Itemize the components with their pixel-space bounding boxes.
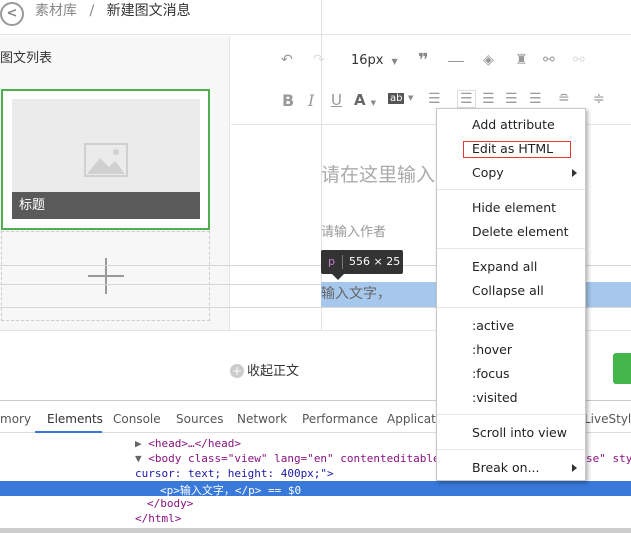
breadcrumb-parent[interactable]: 素材库 (35, 3, 77, 19)
dom-node-body-close[interactable]: </body> (147, 497, 193, 510)
highlight-dropdown[interactable]: ▼ (408, 94, 413, 102)
highlight-annotation-box (463, 141, 571, 158)
save-button[interactable] (613, 353, 631, 384)
menu-hide-element[interactable]: Hide element (472, 200, 556, 215)
selected-node-row[interactable] (0, 481, 631, 496)
tab-performance[interactable]: Performance (302, 412, 378, 426)
collapse-body-button[interactable]: + 收起正文 (230, 360, 299, 379)
menu-visited[interactable]: :visited (472, 390, 518, 405)
align-center-icon[interactable]: ☰ (482, 91, 495, 107)
tooltip-tag: p (328, 255, 335, 268)
highlight-icon[interactable]: ab (388, 93, 405, 104)
menu-collapse-all[interactable]: Collapse all (472, 283, 544, 298)
menu-copy[interactable]: Copy (472, 165, 504, 180)
active-tab-indicator (35, 431, 102, 433)
devtools-bottom-bar (0, 528, 631, 533)
tab-memory[interactable]: mory (0, 412, 31, 426)
tab-sources[interactable]: Sources (176, 412, 223, 426)
font-color-icon[interactable]: A ▼ (354, 91, 376, 109)
dom-node-p[interactable]: <p>输入文字，</p> == $0 (160, 482, 301, 498)
back-icon[interactable]: < (0, 2, 24, 26)
breadcrumb-current: 新建图文消息 (106, 3, 191, 19)
redo-icon[interactable]: ↷ (313, 52, 325, 68)
menu-separator (437, 189, 585, 190)
menu-separator (437, 307, 585, 308)
paragraph-spacing-icon[interactable]: ≑ (593, 91, 605, 107)
align-left-icon[interactable]: ☰ (457, 90, 476, 108)
menu-separator (437, 414, 585, 415)
menu-scroll-into-view[interactable]: Scroll into view (472, 425, 567, 440)
image-placeholder (12, 99, 200, 192)
menu-focus[interactable]: :focus (472, 366, 510, 381)
format-brush-icon[interactable]: ♜ (515, 52, 528, 68)
menu-break-on[interactable]: Break on... (472, 460, 540, 475)
breadcrumb: 素材库 / 新建图文消息 (35, 2, 191, 20)
dom-node-head[interactable]: ▶ <head>…</head> (135, 437, 241, 450)
panel-title: 图文列表 (0, 51, 53, 66)
align-justify-icon[interactable]: ☰ (529, 91, 542, 107)
menu-active[interactable]: :active (472, 318, 514, 333)
menu-separator (437, 248, 585, 249)
context-menu: Add attribute Edit as HTML Copy Hide ele… (436, 108, 586, 481)
font-size-value: 16px (351, 53, 384, 68)
collapse-label: 收起正文 (247, 364, 300, 379)
undo-icon[interactable]: ↶ (281, 52, 293, 68)
line-spacing-icon[interactable]: ≘ (558, 91, 570, 107)
menu-separator (437, 449, 585, 450)
unlink-icon[interactable]: ⚯ (573, 52, 585, 68)
dom-node-body-tail: se" sty (586, 452, 631, 465)
card-title: 标题 (12, 192, 200, 219)
header: < 素材库 / 新建图文消息 (0, 0, 631, 35)
tab-console[interactable]: Console (113, 412, 161, 426)
align-right-icon[interactable]: ☰ (505, 91, 518, 107)
menu-expand-all[interactable]: Expand all (472, 259, 537, 274)
image-placeholder-icon (84, 143, 128, 177)
menu-hover[interactable]: :hover (472, 342, 512, 357)
font-color-label: A (354, 91, 366, 109)
horizontal-rule-icon[interactable] (448, 61, 464, 62)
tooltip-size: 556 × 25 (348, 255, 401, 268)
indent-icon[interactable]: ☰ (428, 91, 441, 107)
bold-icon[interactable]: B (282, 91, 294, 110)
dom-node-body[interactable]: ▼ <body class="view" lang="en" contented… (135, 452, 440, 465)
tab-application[interactable]: Applicati (387, 412, 439, 426)
article-card[interactable]: 标题 (1, 89, 210, 230)
font-size-select[interactable]: 16px ▼ (351, 53, 398, 68)
menu-delete-element[interactable]: Delete element (472, 224, 569, 239)
element-tooltip: p 556 × 25 (321, 250, 403, 274)
quote-icon[interactable]: ❞ (418, 50, 429, 71)
dom-node-body-style: cursor: text; height: 400px;"> (135, 467, 334, 480)
plus-icon-vertical (105, 258, 107, 294)
author-input[interactable]: 请输入作者 (321, 221, 386, 240)
title-input[interactable]: 请在这里输入 (321, 160, 435, 187)
tab-elements[interactable]: Elements (47, 412, 103, 426)
breadcrumb-separator: / (89, 3, 95, 19)
tab-livestyle[interactable]: LiveStyle (584, 412, 631, 426)
menu-add-attribute[interactable]: Add attribute (472, 117, 555, 132)
tab-network[interactable]: Network (237, 412, 287, 426)
submenu-arrow-icon (572, 464, 577, 472)
submenu-arrow-icon (572, 169, 577, 177)
dom-node-html-close[interactable]: </html> (135, 512, 181, 525)
italic-icon[interactable]: I (308, 91, 314, 110)
underline-icon[interactable]: U (331, 91, 342, 109)
link-icon[interactable]: ⚯ (543, 52, 555, 68)
plus-circle-icon: + (230, 364, 244, 378)
tooltip-arrow (332, 274, 344, 280)
eraser-icon[interactable]: ◈ (483, 52, 494, 68)
